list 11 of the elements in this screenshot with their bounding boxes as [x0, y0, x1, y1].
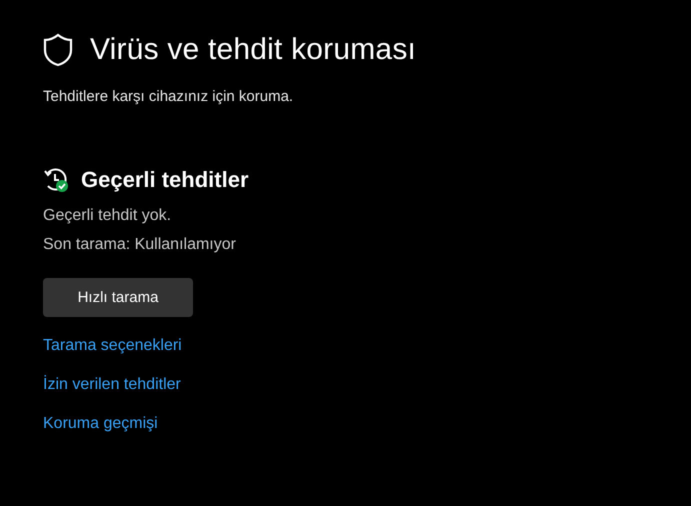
status-text: Son tarama: Kullanılamıyor	[43, 235, 237, 255]
quick-scan-button[interactable]: Hızlı tarama	[43, 278, 193, 317]
link[interactable]: İzin verilen tehditler	[43, 374, 181, 395]
page-subtitle: Tehditlere karşı cihazınız için koruma.	[43, 88, 294, 105]
link[interactable]: Koruma geçmişi	[43, 413, 158, 434]
link[interactable]: Tarama seçenekleri	[43, 335, 182, 356]
history-check-icon	[43, 167, 69, 193]
shield-icon	[43, 33, 73, 67]
status-text: Geçerli tehdit yok.	[43, 206, 172, 226]
section-title: Geçerli tehditler	[81, 167, 249, 193]
page-title: Virüs ve tehdit koruması	[90, 33, 416, 67]
